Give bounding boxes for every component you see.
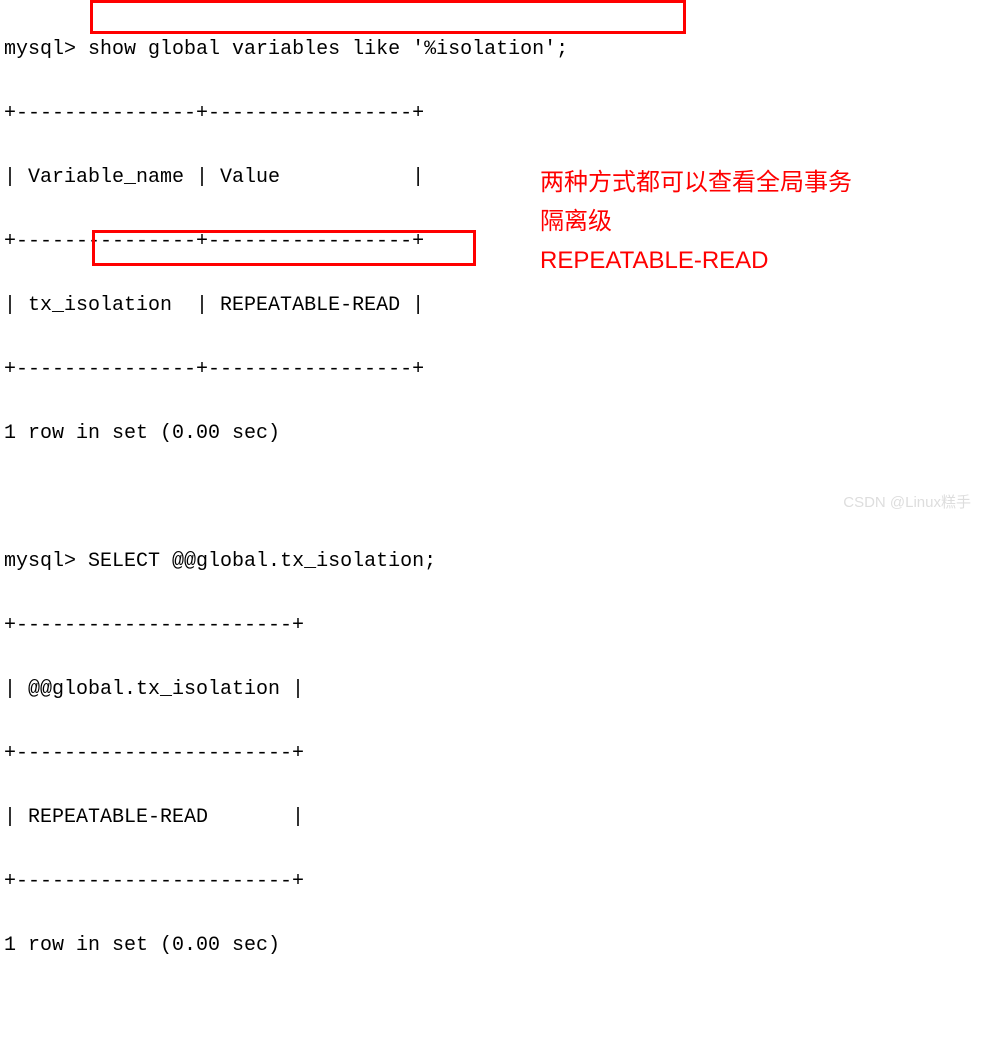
table-separator: +---------------+-----------------+ <box>4 98 977 130</box>
mysql-prompt: mysql> <box>4 38 76 61</box>
table-separator: +-----------------------+ <box>4 738 977 770</box>
watermark-text: CSDN @Linux糕手 <box>843 491 971 515</box>
mysql-prompt: mysql> <box>4 550 76 573</box>
terminal-output: mysql> show global variables like '%isol… <box>4 2 977 1038</box>
table-data-row: | tx_isolation | REPEATABLE-READ | <box>4 290 977 322</box>
table-separator: +-----------------------+ <box>4 866 977 898</box>
blank-line <box>4 994 977 1026</box>
table-separator: +---------------+-----------------+ <box>4 226 977 258</box>
table-data-row: | REPEATABLE-READ | <box>4 802 977 834</box>
result-summary: 1 row in set (0.00 sec) <box>4 418 977 450</box>
table-separator: +-----------------------+ <box>4 610 977 642</box>
table-separator: +---------------+-----------------+ <box>4 354 977 386</box>
annotation-text-2: 隔离级 <box>540 203 612 241</box>
command-line-1: mysql> show global variables like '%isol… <box>4 34 977 66</box>
blank-line <box>4 482 977 514</box>
annotation-text-3: REPEATABLE-READ <box>540 242 769 280</box>
result-summary: 1 row in set (0.00 sec) <box>4 930 977 962</box>
annotation-text-1: 两种方式都可以查看全局事务 <box>540 164 852 202</box>
sql-command-1: show global variables like '%isolation'; <box>88 38 568 61</box>
table-header-row: | @@global.tx_isolation | <box>4 674 977 706</box>
command-line-2: mysql> SELECT @@global.tx_isolation; <box>4 546 977 578</box>
sql-command-2: SELECT @@global.tx_isolation; <box>88 550 436 573</box>
